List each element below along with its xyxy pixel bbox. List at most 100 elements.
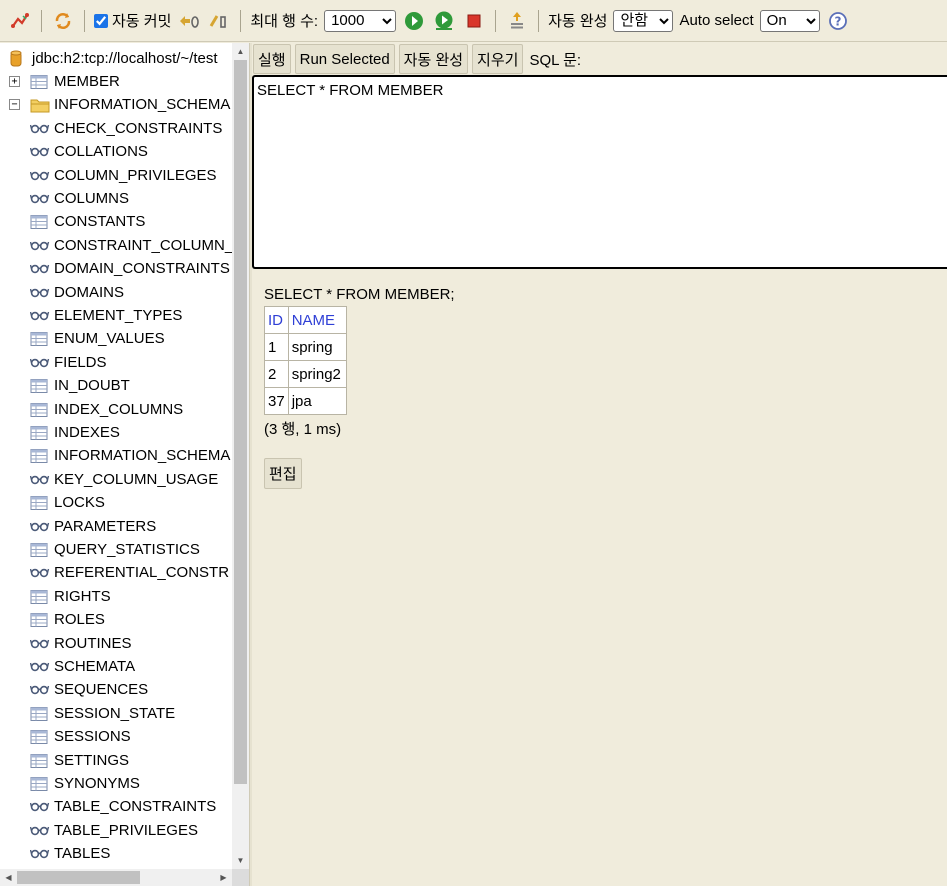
autocomplete-button[interactable]: 자동 완성 <box>398 44 469 74</box>
expand-icon[interactable]: + <box>9 76 20 87</box>
disconnect-icon[interactable] <box>8 9 32 33</box>
tree-item[interactable]: LOCKS <box>0 492 232 514</box>
tree-item[interactable]: SCHEMATA <box>0 656 232 678</box>
clear-button[interactable]: 지우기 <box>472 44 524 74</box>
edit-button[interactable]: 편집 <box>264 458 302 489</box>
tree-item[interactable]: INDEX_COLUMNS <box>0 399 232 421</box>
column-header-id[interactable]: ID <box>264 306 289 334</box>
tree-item-label: DOMAIN_CONSTRAINTS <box>54 260 230 278</box>
collapse-icon[interactable]: − <box>9 99 20 111</box>
tree-item-label: ROLES <box>54 611 105 629</box>
max-rows-select[interactable]: 1000 <box>324 9 397 32</box>
scroll-left-icon[interactable]: ◀ <box>0 869 17 886</box>
run-selected-icon[interactable] <box>432 9 456 33</box>
tree-item-label: TABLE_PRIVILEGES <box>54 821 198 839</box>
tree-item[interactable]: INDEXES <box>0 422 232 444</box>
run-button[interactable]: 실행 <box>253 44 291 74</box>
tree-item[interactable]: TABLE_PRIVILEGES <box>0 820 232 842</box>
tree-item-label: SYNONYMS <box>54 775 140 792</box>
tree-item-label: INDEXES <box>54 424 120 441</box>
table-icon <box>30 74 48 90</box>
tree-item[interactable]: COLLATIONS <box>0 141 232 163</box>
tree-item[interactable]: INFORMATION_SCHEMA <box>0 445 232 467</box>
tree-item-label: INFORMATION_SCHEMA <box>54 96 231 114</box>
autocommit-checkbox[interactable]: 자동 커밋 <box>94 10 171 31</box>
tree-connection[interactable]: jdbc:h2:tcp://localhost/~/test <box>0 48 232 70</box>
view-icon <box>29 846 50 862</box>
scroll-down-icon[interactable]: ▼ <box>232 852 249 869</box>
auto-select-select[interactable]: On <box>759 9 820 32</box>
tree-item[interactable]: KEY_COLUMN_USAGE <box>0 469 232 491</box>
tree-item-label: QUERY_STATISTICS <box>54 541 200 558</box>
tree-item-label: DOMAINS <box>54 283 125 301</box>
tree-item[interactable]: SESSIONS <box>0 726 232 748</box>
tree-item[interactable]: + MEMBER <box>0 71 232 93</box>
tree-item[interactable]: CONSTANTS <box>0 211 232 233</box>
tree-item[interactable]: COLUMNS <box>0 188 232 210</box>
tree-item[interactable]: ELEMENT_TYPES <box>0 305 232 327</box>
scroll-thumb-horizontal[interactable] <box>17 871 140 884</box>
tree-item[interactable]: TABLE_CONSTRAINTS <box>0 796 232 818</box>
tree-item[interactable]: COLUMN_PRIVILEGES <box>0 165 232 187</box>
tree-item[interactable]: RIGHTS <box>0 586 232 608</box>
tree-item-label: COLUMNS <box>54 190 130 207</box>
view-icon <box>29 144 50 160</box>
tree-item[interactable]: ROUTINES <box>0 633 232 655</box>
rollback-icon[interactable] <box>177 9 201 33</box>
tree-item[interactable]: IN_DOUBT <box>0 375 232 397</box>
column-header-name[interactable]: NAME <box>287 306 347 334</box>
toolbar-separator <box>41 9 42 32</box>
history-icon[interactable] <box>505 9 529 33</box>
stop-icon[interactable] <box>462 9 486 33</box>
tree-item[interactable]: CHECK_CONSTRAINTS <box>0 118 232 140</box>
tree-item-label: CHECK_CONSTRAINTS <box>54 119 223 137</box>
sql-editor[interactable]: SELECT * FROM MEMBER <box>252 75 947 269</box>
tree-item-label: CONSTRAINT_COLUMN_ <box>54 236 232 254</box>
toolbar-separator <box>495 9 497 32</box>
table-icon <box>30 378 48 394</box>
tree-item[interactable]: TABLES <box>0 843 232 865</box>
run-selected-button[interactable]: Run Selected <box>294 44 395 74</box>
tree-item-label: RIGHTS <box>54 587 111 605</box>
tree-item[interactable]: ENUM_VALUES <box>0 328 232 350</box>
tree-item-label: SESSIONS <box>54 728 131 746</box>
tree-item[interactable]: QUERY_STATISTICS <box>0 539 232 561</box>
commit-icon[interactable] <box>207 9 231 33</box>
tree-item-label: REFERENTIAL_CONSTR <box>54 564 230 582</box>
tree-item[interactable]: ROLES <box>0 609 232 631</box>
view-icon <box>29 191 50 207</box>
scroll-right-icon[interactable]: ▶ <box>215 869 232 886</box>
tree-item[interactable]: SESSION_STATE <box>0 703 232 725</box>
tree-item[interactable]: SYNONYMS <box>0 773 232 795</box>
run-icon[interactable] <box>402 9 426 33</box>
autocommit-check-input[interactable] <box>94 13 108 28</box>
table-icon <box>30 706 48 722</box>
scroll-thumb[interactable] <box>234 60 247 784</box>
tree-item[interactable]: FIELDS <box>0 352 232 374</box>
tree-item-label: COLUMN_PRIVILEGES <box>54 166 217 184</box>
table-icon <box>30 331 48 347</box>
autocomplete-select[interactable]: 안함 <box>613 9 674 32</box>
scroll-up-icon[interactable]: ▲ <box>232 43 249 60</box>
tree-item-label: MEMBER <box>54 73 120 90</box>
result-statement: SELECT * FROM MEMBER; <box>264 286 455 303</box>
tree-item[interactable]: REFERENTIAL_CONSTR <box>0 562 232 584</box>
result-table: ID NAME 1 spring 2 spring2 37 jpa <box>264 306 347 415</box>
view-icon <box>29 308 50 324</box>
auto-select-label: Auto select <box>679 12 754 29</box>
tree-item[interactable]: PARAMETERS <box>0 516 232 538</box>
tree-item[interactable]: DOMAINS <box>0 282 232 304</box>
tree-item[interactable]: SETTINGS <box>0 750 232 772</box>
tree-item[interactable]: SEQUENCES <box>0 679 232 701</box>
tree-item[interactable]: − INFORMATION_SCHEMA <box>0 94 232 116</box>
tree-horizontal-scrollbar[interactable]: ◀ ▶ <box>0 869 232 886</box>
scroll-corner <box>232 869 249 886</box>
help-icon[interactable]: ? <box>826 9 850 33</box>
refresh-icon[interactable] <box>51 9 75 33</box>
table-icon <box>30 776 48 792</box>
table-icon <box>30 448 48 464</box>
tree-item[interactable]: DOMAIN_CONSTRAINTS <box>0 258 232 280</box>
toolbar-separator <box>538 9 540 32</box>
tree-vertical-scrollbar[interactable]: ▲ ▼ <box>232 43 249 869</box>
tree-item[interactable]: CONSTRAINT_COLUMN_ <box>0 235 232 257</box>
